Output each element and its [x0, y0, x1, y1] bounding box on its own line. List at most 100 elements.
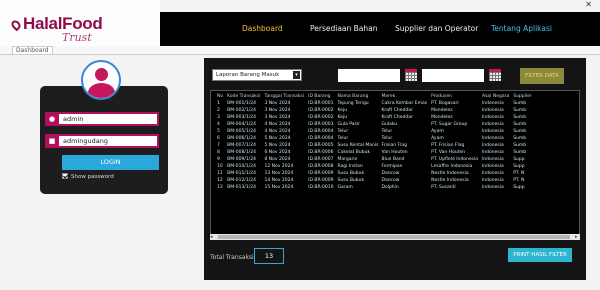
table-row[interactable]: 1 BM-001/1/24 3 Nov 2024 ID.BR-0001 Tepung T…: [215, 100, 533, 107]
table-cell: Sumb: [513, 122, 527, 127]
show-password-label: Show password: [71, 174, 114, 180]
table-cell: 1: [217, 101, 220, 106]
table-cell: 8: [217, 150, 220, 155]
table-row[interactable]: 9 BM-009/1/24 8 Nov 2024 ID.BR-0007 Margarin…: [215, 156, 533, 163]
date-from-field[interactable]: [338, 69, 400, 82]
data-table[interactable]: No Kode Transaksi Tanggal Transaksi ID B…: [210, 90, 580, 240]
table-cell: Fermipan: [381, 164, 403, 169]
table-cell: Indonesia: [481, 115, 504, 120]
table-cell: Telur: [337, 136, 349, 141]
report-type-select[interactable]: Laporan Barang Masuk ▾: [212, 69, 302, 81]
lock-icon: ■: [45, 134, 59, 148]
table-cell: Susu Bubuk: [337, 178, 365, 183]
table-row[interactable]: 7 BM-007/1/24 5 Nov 2024 ID.BR-0005 Susu Ken…: [215, 142, 533, 149]
table-cell: Margarin: [337, 157, 358, 162]
table-row[interactable]: 10 BM-010/1/24 12 Nov 2024 ID.BR-0008 Ragi I…: [215, 163, 533, 170]
table-cell: Ayam: [431, 129, 444, 134]
total-transaksi-label: Total Transaksi: [210, 254, 254, 261]
col-header[interactable]: Merek: [379, 93, 429, 100]
nav-tentang-aplikasi[interactable]: Tentang Aplikasi: [491, 24, 552, 33]
col-header[interactable]: ID Barang: [306, 93, 335, 100]
col-header[interactable]: Produsen: [429, 93, 480, 100]
print-filter-button[interactable]: PRINT HASIL FILTER: [508, 248, 572, 262]
table-cell: Indonesia: [481, 143, 504, 148]
table-cell: Tepung Terigu: [337, 101, 369, 106]
nav-supplier-operator[interactable]: Supplier dan Operator: [395, 24, 478, 33]
table-row[interactable]: 4 BM-004/1/24 4 Nov 2024 ID.BR-0003 Gula Pas…: [215, 121, 533, 128]
user-icon: ●: [45, 112, 59, 126]
col-header[interactable]: Kode Transaksi: [225, 93, 262, 100]
filter-button[interactable]: FILTER DATA: [520, 68, 564, 84]
username-input[interactable]: [63, 114, 153, 124]
show-password-checkbox[interactable]: Show password: [62, 173, 114, 180]
table-cell: Mondelez: [431, 108, 453, 113]
logo: HalalFood Trust: [0, 0, 160, 46]
table-cell: ID.BR-0005: [308, 143, 334, 148]
table-cell: 7: [217, 143, 220, 148]
table-cell: ID.BR-0009: [308, 171, 334, 176]
table-cell: BM-007/1/24: [227, 143, 256, 148]
tab-dashboard[interactable]: Dashboard: [12, 46, 53, 55]
scroll-thumb[interactable]: [218, 235, 570, 239]
table-cell: Supp: [513, 164, 525, 169]
table-cell: 12 Nov 2024: [264, 164, 294, 169]
date-to-field[interactable]: [422, 69, 484, 82]
table-cell: ID.BR-0004: [308, 129, 334, 134]
login-button[interactable]: LOGIN: [62, 155, 159, 170]
table-cell: PT. Sugar Group: [431, 122, 468, 127]
table-cell: 13 Nov 2024: [264, 171, 294, 176]
table-cell: BM-006/1/24: [227, 136, 256, 141]
table-cell: 6 Nov 2024: [264, 150, 291, 155]
checkbox-icon[interactable]: [62, 173, 68, 179]
table-row[interactable]: 5 BM-005/1/24 4 Nov 2024 ID.BR-0004 Telur Tel…: [215, 128, 533, 135]
table-cell: Sumb: [513, 108, 527, 113]
table-cell: Cokelat Bubuk: [337, 150, 371, 155]
table-row[interactable]: 8 BM-008/1/24 6 Nov 2024 ID.BR-0006 Cokelat …: [215, 149, 533, 156]
close-icon[interactable]: ✕: [585, 0, 592, 9]
nav-dashboard[interactable]: Dashboard: [242, 24, 283, 33]
nav-persediaan-bahan[interactable]: Persediaan Bahan: [310, 24, 378, 33]
scroll-right-icon[interactable]: ▸: [575, 234, 580, 240]
table-row[interactable]: 11 BM-011/1/24 13 Nov 2024 ID.BR-0009 Susu B…: [215, 170, 533, 177]
table-cell: Indonesia: [481, 164, 504, 169]
table-cell: Indonesia: [481, 178, 504, 183]
table-cell: Supp: [513, 185, 525, 190]
table-cell: Indonesia: [481, 108, 504, 113]
scroll-left-icon[interactable]: ◂: [210, 234, 215, 240]
table-cell: Keju: [337, 108, 348, 113]
app-header: HalalFood Trust ✕ Dashboard Persediaan B…: [0, 0, 600, 46]
table-cell: BM-002/1/24: [227, 108, 256, 113]
table-cell: PT. Frisian Flag: [431, 143, 465, 148]
horizontal-scrollbar[interactable]: ◂ ▸: [210, 234, 580, 240]
col-header[interactable]: No: [215, 93, 225, 100]
table-cell: ID.BR-0008: [308, 164, 334, 169]
table-row[interactable]: 13 BM-013/1/24 15 Nov 2024 ID.BR-0010 Garam D…: [215, 184, 533, 191]
password-field[interactable]: ■: [45, 134, 159, 148]
avatar-head: [95, 68, 108, 81]
col-header[interactable]: Tanggal Transaksi: [263, 93, 307, 100]
col-header[interactable]: Nama Barang: [335, 93, 379, 100]
table-row[interactable]: 6 BM-006/1/24 5 Nov 2024 ID.BR-0004 Telur Tel…: [215, 135, 533, 142]
col-header[interactable]: Asal Negara: [480, 93, 511, 100]
col-header[interactable]: Supplier: [511, 93, 533, 100]
calendar-icon[interactable]: [405, 68, 417, 81]
table-row[interactable]: 12 BM-012/1/24 14 Nov 2024 ID.BR-0009 Susu B…: [215, 177, 533, 184]
table-cell: BM-005/1/24: [227, 129, 256, 134]
chevron-down-icon[interactable]: ▾: [293, 71, 300, 79]
table-cell: Van Houten: [381, 150, 408, 155]
avatar-body: [88, 83, 115, 98]
table-cell: Lesaffre Indonesia: [431, 164, 473, 169]
table-cell: ID.BR-0007: [308, 157, 334, 162]
table-cell: Dancow: [381, 178, 400, 183]
location-pin-icon: [9, 18, 23, 32]
password-input[interactable]: [63, 136, 153, 146]
table-cell: Indonesia: [481, 150, 504, 155]
table-cell: ID.BR-0002: [308, 115, 334, 120]
table-cell: PT. Van Houten: [431, 150, 466, 155]
username-field[interactable]: ●: [45, 112, 159, 126]
table-row[interactable]: 2 BM-002/1/24 3 Nov 2024 ID.BR-0002 Keju Kraf…: [215, 107, 533, 114]
table-row[interactable]: 3 BM-003/1/24 3 Nov 2024 ID.BR-0002 Keju Kraf…: [215, 114, 533, 121]
logo-subtitle: Trust: [62, 31, 92, 44]
table-body: 1 BM-001/1/24 3 Nov 2024 ID.BR-0001 Tepung T…: [215, 100, 533, 191]
calendar-icon[interactable]: [489, 68, 501, 81]
